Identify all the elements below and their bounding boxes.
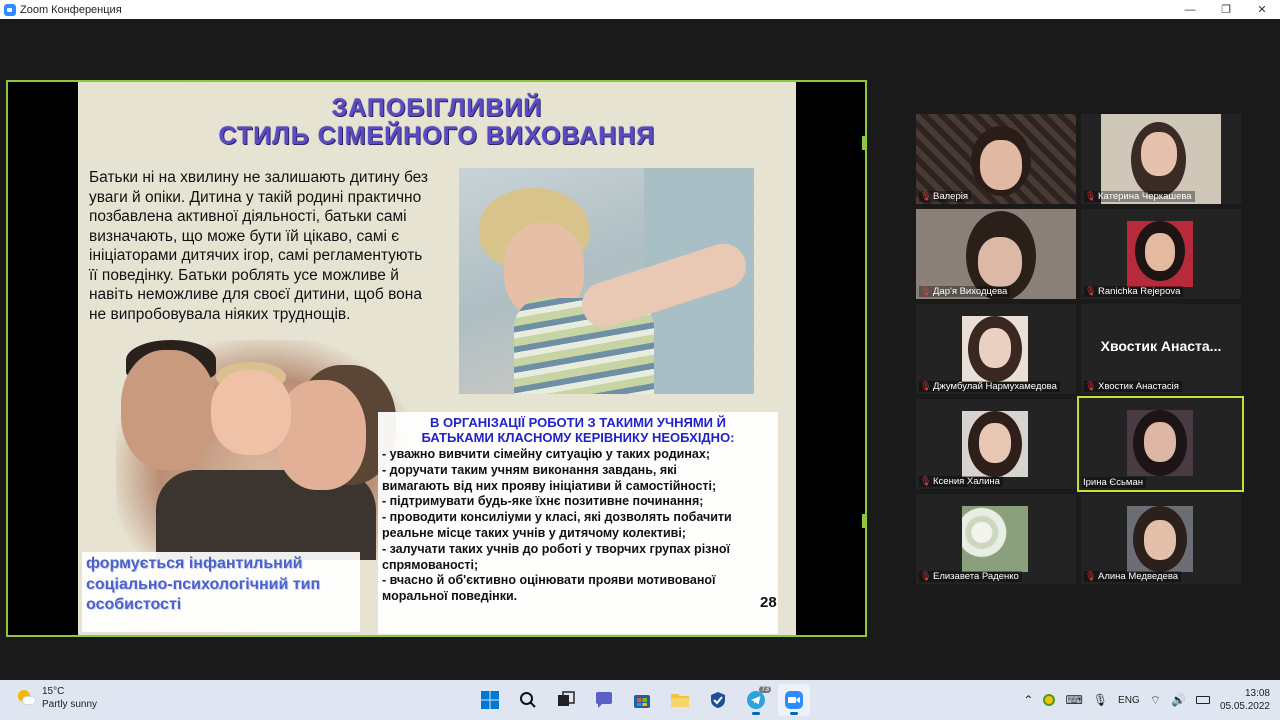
mic-muted-icon: 🎙 (1085, 286, 1097, 296)
participant-name-label: 🎙 Ксения Халина (919, 476, 1003, 487)
minimize-button[interactable]: — (1172, 0, 1208, 19)
participant-tile[interactable]: 🎙 Катерина Черкашева (1081, 114, 1241, 204)
list-line: спрямованості; (382, 557, 479, 572)
share-border-handle (862, 136, 865, 150)
list-line: - залучати таких учнів до роботі у творч… (382, 541, 731, 556)
participant-tile-active-speaker[interactable]: Ірина Єсьман (1077, 396, 1244, 492)
chevron-up-icon[interactable]: ⌃ (1023, 693, 1033, 707)
participant-avatar (1127, 410, 1193, 476)
volume-icon[interactable]: 🔊 (1171, 693, 1186, 707)
mic-muted-icon: 🎙 (920, 476, 932, 486)
restore-button[interactable]: ❐ (1208, 0, 1244, 19)
list-line: - проводити консиліуми у класі, які дозв… (382, 510, 732, 525)
search-icon[interactable] (512, 684, 544, 716)
mic-muted-icon: 🎙 (920, 571, 932, 581)
store-icon[interactable] (626, 684, 658, 716)
participant-tile[interactable]: Хвостик Анаста... 🎙 Хвостик Анастасія (1081, 304, 1241, 394)
windows-taskbar: 15°C Partly sunny 73 ⌃ ⌨ 🎙 ENG ⌔ 🔊 13:08… (0, 680, 1280, 720)
recommendations-heading-line2: БАТЬКАМИ КЛАСНОМУ КЕРІВНИКУ НЕОБХІДНО: (421, 430, 735, 445)
weather-widget[interactable]: 15°C Partly sunny (16, 685, 97, 711)
participant-avatar (1127, 221, 1193, 287)
mic-muted-icon: 🎙 (920, 191, 932, 201)
participant-tile[interactable]: 🎙 Алина Медведева (1081, 494, 1241, 584)
clock-time: 13:08 (1244, 688, 1270, 699)
slide-title-line2: СТИЛЬ СІМЕЙНОГО ВИХОВАННЯ (218, 122, 656, 150)
slide-page-number: 28 (760, 594, 777, 611)
window-title: Zoom Конференция (20, 3, 122, 16)
chat-icon[interactable] (588, 684, 620, 716)
mic-muted-icon: 🎙 (1085, 381, 1097, 391)
slide-title-line1: ЗАПОБІГЛИВИЙ (331, 94, 543, 122)
participant-name-label: 🎙 Ranichka Rejepova (1084, 286, 1184, 297)
telegram-icon[interactable]: 73 (740, 684, 772, 716)
clock[interactable]: 13:08 05.05.2022 (1220, 687, 1270, 713)
microphone-icon[interactable]: 🎙 (1093, 693, 1108, 707)
participant-placeholder-name: Хвостик Анаста... (1100, 338, 1222, 354)
norton-icon[interactable] (1043, 694, 1056, 706)
participant-tile[interactable]: 🎙 Джумбулай Нармухамедова (916, 304, 1076, 394)
window-titlebar: Zoom Конференция — ❐ ✕ (0, 0, 1280, 19)
share-border-handle (862, 514, 865, 528)
participant-name-label: Ірина Єсьман (1082, 477, 1146, 488)
mic-muted-icon: 🎙 (1085, 191, 1097, 201)
slide-caption: формується інфантильний соціально-психол… (86, 555, 321, 613)
meeting-area: ЗАПОБІГЛИВИЙ СТИЛЬ СІМЕЙНОГО ВИХОВАННЯ Б… (0, 19, 1280, 680)
keyboard-icon[interactable]: ⌨ (1065, 693, 1082, 707)
wifi-icon[interactable]: ⌔ (1150, 693, 1161, 708)
participant-tile[interactable]: 🎙 Дар'я Виходцева (916, 209, 1076, 299)
zoom-app-icon (4, 3, 16, 16)
list-line: - підтримувати будь-яке їхнє позитивне п… (382, 494, 704, 509)
window-controls: — ❐ ✕ (1172, 0, 1280, 19)
list-line: - доручати таким учням виконання завдань… (382, 462, 677, 477)
security-icon[interactable] (702, 684, 734, 716)
list-line: - вчасно й об'єктивно оцінювати прояви м… (382, 573, 716, 588)
participant-name-label: 🎙 Валерія (919, 191, 971, 202)
participant-tile[interactable]: 🎙 Ranichka Rejepova (1081, 209, 1241, 299)
participant-avatar (962, 316, 1028, 382)
partly-sunny-icon (16, 688, 36, 708)
taskbar-apps: 73 (474, 684, 810, 716)
telegram-badge: 73 (759, 686, 771, 693)
participant-name-label: 🎙 Алина Медведева (1084, 571, 1182, 582)
close-button[interactable]: ✕ (1244, 0, 1280, 19)
participant-tile[interactable]: 🎙 Валерія (916, 114, 1076, 204)
participant-avatar-flowers (962, 506, 1028, 572)
list-line: реальне місце таких учнів у дитячому кол… (382, 525, 686, 540)
battery-icon[interactable] (1195, 696, 1210, 704)
presentation-slide: ЗАПОБІГЛИВИЙ СТИЛЬ СІМЕЙНОГО ВИХОВАННЯ Б… (78, 82, 796, 635)
weather-description: Partly sunny (42, 699, 98, 710)
participant-name-label: 🎙 Дар'я Виходцева (919, 286, 1011, 297)
participant-tile[interactable]: 🎙 Елизавета Раденко (916, 494, 1076, 584)
task-view-icon[interactable] (550, 684, 582, 716)
list-line: - уважно вивчити сімейну ситуацію у таки… (382, 447, 710, 461)
list-line: вимагають від них прояву ініціативи й са… (382, 478, 717, 493)
family-kiss-photo (116, 340, 416, 560)
participant-name-label: 🎙 Хвостик Анастасія (1084, 381, 1182, 392)
mic-muted-icon: 🎙 (920, 286, 932, 296)
shared-screen[interactable]: ЗАПОБІГЛИВИЙ СТИЛЬ СІМЕЙНОГО ВИХОВАННЯ Б… (6, 80, 867, 637)
list-line: моральної поведінки. (382, 589, 518, 604)
participant-avatar (962, 411, 1028, 477)
recommendations-list: - уважно вивчити сімейну ситуацію у таки… (382, 447, 774, 605)
zoom-icon[interactable] (778, 684, 810, 716)
slide-paragraph: Батьки ні на хвилину не залишають дитину… (89, 169, 429, 323)
child-hug-photo (459, 168, 754, 394)
clock-date: 05.05.2022 (1219, 701, 1270, 712)
participant-tile[interactable]: 🎙 Ксения Халина (916, 399, 1076, 489)
weather-temperature: 15°C (42, 686, 65, 697)
recommendations-heading-line1: В ОРГАНІЗАЦІЇ РОБОТИ З ТАКИМИ УЧНЯМИ Й (430, 415, 726, 430)
system-tray: ⌃ ⌨ 🎙 ENG ⌔ 🔊 13:08 05.05.2022 (1023, 680, 1270, 720)
windows-start-icon[interactable] (474, 684, 506, 716)
participant-name-label: 🎙 Джумбулай Нармухамедова (919, 381, 1060, 392)
participant-name-label: 🎙 Елизавета Раденко (919, 571, 1022, 582)
recommendations-heading: В ОРГАНІЗАЦІЇ РОБОТИ З ТАКИМИ УЧНЯМИ Й Б… (378, 415, 778, 445)
participant-avatar (1127, 506, 1193, 572)
language-indicator[interactable]: ENG (1118, 695, 1140, 706)
file-explorer-icon[interactable] (664, 684, 696, 716)
mic-muted-icon: 🎙 (1085, 571, 1097, 581)
participant-name-label: 🎙 Катерина Черкашева (1084, 191, 1195, 202)
mic-muted-icon: 🎙 (920, 381, 932, 391)
